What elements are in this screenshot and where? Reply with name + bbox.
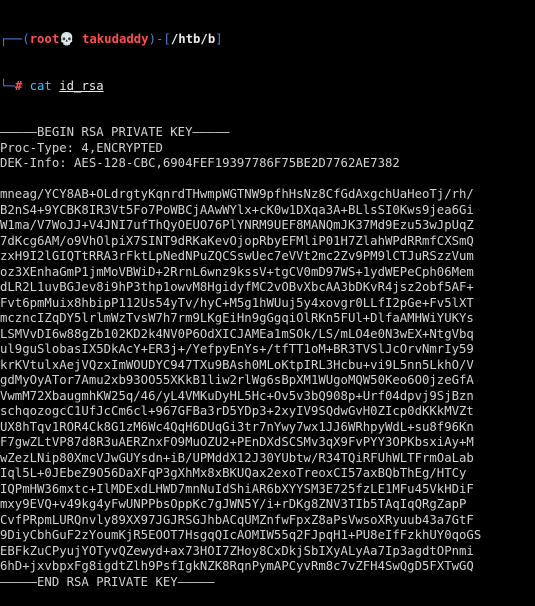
output-line: wZezLNip80XmcVJwGUYsdn+iB/UPMddX12J30YUb… bbox=[0, 450, 474, 465]
output-line: UX8hTqv1ROR4Ck8G1zM6Wc4QqH6DUqGi3tr7nYwy… bbox=[0, 419, 474, 434]
command-line[interactable]: └─# cat id_rsa bbox=[0, 79, 535, 95]
output-line: 7dKcg6AM/o9VhOlpiX7SINT9dRKaKevOjopRbyEF… bbox=[0, 233, 474, 248]
output-line: CvfPRpmLURQnvly89XX97JGJRSGJhbACqUMZnfwF… bbox=[0, 512, 474, 527]
terminal-window[interactable]: ┌──(root💀 takudaddy)-[/htb/b] └─# cat id… bbox=[0, 0, 535, 589]
output-line: 6hD+jxvbpxFg8igdtZlh9PsfIgkNZK8RqnPymAPC… bbox=[0, 559, 474, 573]
output-line: ul9guSlobasIX5DkAcY+ER3j+/YefpyEnYs+/tfT… bbox=[0, 342, 474, 356]
output-line: —————BEGIN RSA PRIVATE KEY————— bbox=[0, 125, 230, 139]
command-output: —————BEGIN RSA PRIVATE KEY————— Proc-Type… bbox=[0, 125, 535, 590]
prompt-hash: # bbox=[14, 78, 30, 93]
output-line: B2nS4+9YCBK8IR3Vt5Fo7PoWBCjAAwWYlx+cK0w1… bbox=[0, 202, 474, 217]
output-line: mneag/YCY8AB+OLdrgtyKqnrdTHwmpWGTNW9pfhH… bbox=[0, 187, 474, 201]
prompt-user-host: root💀 takudaddy bbox=[29, 32, 149, 46]
output-line: gdMyOyATor7Amu2xb93OO55XKkB1liw2rlWg6sBp… bbox=[0, 373, 474, 387]
output-line: W1ma/V7WoJJ+V4JNI7ufThQyOEUO76PlYNRM9UEF… bbox=[0, 218, 474, 232]
output-line: Iql5L+0JEbeZ9O56DaXFqP3gXhMx8xBKUQax2exo… bbox=[0, 466, 467, 480]
prompt-frame-top: ┌──( bbox=[0, 32, 30, 46]
output-line: —————END RSA PRIVATE KEY————— bbox=[0, 574, 215, 589]
output-line: 9DiyCbhGuF2zYoumKjR5EOOT7HsgqQIcAOMIW55q… bbox=[0, 528, 482, 542]
output-line: schqozogcC1UfJcCm6cl+967GFBa3rD5YDp3+2xy… bbox=[0, 404, 474, 418]
output-line: EBFkZuCPyujYOTyvQZewyd+ax73HOI7ZHoy8CxDk… bbox=[0, 543, 474, 558]
prompt-separator: )-[ bbox=[148, 32, 171, 46]
command-name: cat bbox=[29, 78, 52, 93]
output-line: Fvt6pmMuix8hbipP112Us54yTv/hyC+M5g1hWUuj… bbox=[0, 295, 474, 310]
prompt-frame-close: ] bbox=[215, 32, 223, 46]
output-line: Proc-Type: 4,ENCRYPTED bbox=[0, 140, 163, 155]
output-line: mxy9EVQ+v49kg4yFwUNPPbsOppKc7gJWN5Y/i+rD… bbox=[0, 497, 467, 511]
command-argument: id_rsa bbox=[59, 78, 104, 93]
output-line: F7gwZLtVP87d8R3uAERZnxFO9MuOZU2+PEnDXdSC… bbox=[0, 435, 474, 449]
output-line: IQPmHW36mxtc+IlMDExdLHWD7mnNuIdShiAR6bXY… bbox=[0, 481, 474, 496]
output-line: oz3XEnhaGmP1jmMoVBWiD+2RrnL6wnz9kssV+tgC… bbox=[0, 264, 474, 279]
prompt-header-line: ┌──(root💀 takudaddy)-[/htb/b] bbox=[0, 32, 535, 48]
prompt-path: /htb/b bbox=[170, 32, 216, 46]
output-line: VwmM72XbaugmhKW25q/46/yL4VMKuDyHL5Hc+Ov5… bbox=[0, 388, 474, 403]
output-line: dLR2L1uvBGJev8i9hP3thp1owvM8HgidyfMC2vOB… bbox=[0, 280, 474, 294]
output-line: zxH9I2lGIQTtRRA3rFktLpNedNPuZQCSswUec7eV… bbox=[0, 249, 474, 263]
output-line: LSMVvDI6w88gZb102KD2k4NV0P6OdXICJAMEa1mS… bbox=[0, 326, 474, 341]
prompt-frame-bottom: └─ bbox=[0, 78, 15, 93]
output-line: krKVtulxAejVQzxImWOUDYC947TXu9BAsh0MLoKt… bbox=[0, 357, 474, 372]
output-line: mczncIZqDY5lrlmWzTvsW7h7rm9LKgEiHn9gGgqi… bbox=[0, 311, 474, 325]
output-line: DEK-Info: AES-128-CBC,6904FEF19397786F75… bbox=[0, 156, 400, 170]
